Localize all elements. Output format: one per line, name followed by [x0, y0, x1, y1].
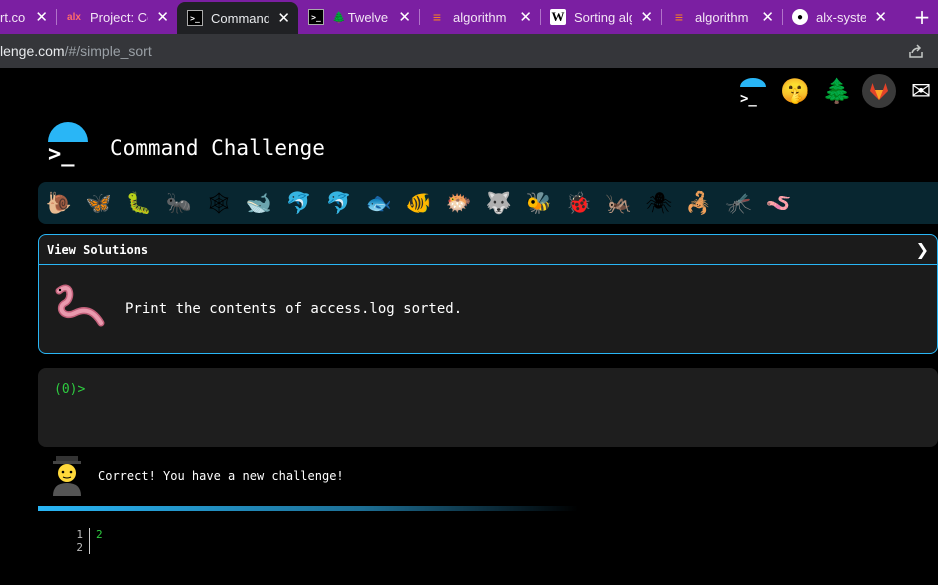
- tab-title: alx-system: [816, 9, 867, 25]
- creature-mosquito[interactable]: 🦟: [724, 188, 754, 218]
- browser-tab-8[interactable]: ● alx-system ✕: [782, 0, 895, 34]
- close-icon[interactable]: ✕: [632, 8, 653, 26]
- close-icon[interactable]: ✕: [511, 8, 532, 26]
- browser-tab-4[interactable]: >_ 🌲 Twelve ✕: [298, 0, 419, 34]
- creature-ant[interactable]: 🐜: [164, 188, 194, 218]
- shell-prompt: (0)>: [54, 382, 86, 397]
- divider: [38, 506, 578, 511]
- browser-tab-active[interactable]: >_ Command ✕: [177, 2, 298, 34]
- alx-icon: alx: [67, 11, 81, 23]
- creature-snail[interactable]: 🐌: [44, 188, 74, 218]
- creature-dolphin-2[interactable]: 🐬: [324, 188, 354, 218]
- tab-title: algorithm: [453, 9, 507, 25]
- browser-tab-6[interactable]: W Sorting alg ✕: [540, 0, 661, 34]
- creature-worm[interactable]: 🪱: [764, 188, 794, 218]
- stackoverflow-icon: ≡: [674, 9, 684, 25]
- tab-title: algorithm: [695, 9, 749, 25]
- creature-scorpion[interactable]: 🦂: [684, 188, 714, 218]
- tree-icon[interactable]: 🌲: [820, 74, 854, 108]
- creature-dolphin[interactable]: 🐬: [284, 188, 314, 218]
- worm-icon: [55, 284, 105, 327]
- app-logo: >_: [46, 122, 90, 167]
- tab-title: Sorting alg: [574, 9, 632, 25]
- url-text[interactable]: lenge.com/#/simple_sort: [0, 43, 152, 59]
- line-number: 1: [70, 528, 90, 541]
- browser-tab-strip: rt.co ✕ alx Project: Co ✕ >_ Command ✕ >…: [0, 0, 938, 34]
- result-banner: Correct! You have a new challenge!: [50, 456, 344, 496]
- tab-title: Command: [211, 10, 269, 26]
- creature-tropical-fish[interactable]: 🐠: [404, 188, 434, 218]
- new-tab-button[interactable]: +: [906, 0, 938, 34]
- creature-whale[interactable]: 🐋: [244, 188, 274, 218]
- tab-title: rt.co: [0, 9, 26, 25]
- close-icon[interactable]: ✕: [866, 8, 887, 26]
- creature-web[interactable]: 🕸: [204, 188, 234, 218]
- logo-prompt-glyph: >_: [48, 142, 75, 167]
- close-icon[interactable]: ✕: [269, 9, 290, 27]
- close-icon[interactable]: ✕: [27, 8, 48, 26]
- tab-title: Twelve: [347, 9, 388, 25]
- creature-caterpillar[interactable]: 🐛: [124, 188, 154, 218]
- tree-icon: 🌲: [332, 11, 346, 24]
- creature-bee[interactable]: 🐝: [524, 188, 554, 218]
- view-solutions-label: View Solutions: [47, 242, 149, 257]
- gitlab-icon[interactable]: [862, 74, 896, 108]
- share-icon[interactable]: [908, 43, 924, 59]
- creature-blowfish[interactable]: 🐡: [444, 188, 474, 218]
- creature-cricket[interactable]: 🦗: [604, 188, 634, 218]
- url-path: /#/simple_sort: [64, 43, 152, 59]
- creature-fish[interactable]: 🐟: [364, 188, 394, 218]
- challenge-description: Print the contents of access.log sorted.: [125, 301, 463, 317]
- address-bar[interactable]: lenge.com/#/simple_sort: [0, 34, 938, 68]
- line-number: 2: [70, 541, 90, 554]
- stackoverflow-icon: ≡: [432, 9, 442, 25]
- browser-tab-1[interactable]: rt.co ✕: [0, 0, 56, 34]
- shushing-face-icon[interactable]: 🤫: [778, 74, 812, 108]
- header-icon-row: >_ 🤫 🌲 ✉: [736, 74, 938, 108]
- creature-wolf[interactable]: 🐺: [484, 188, 514, 218]
- browser-tab-7[interactable]: ≡ algorithm ✕: [661, 0, 782, 34]
- terminal-icon: >_: [308, 9, 324, 25]
- url-host: lenge.com: [0, 43, 65, 59]
- creature-ladybug[interactable]: 🐞: [564, 188, 594, 218]
- close-icon[interactable]: ✕: [753, 8, 774, 26]
- close-icon[interactable]: ✕: [390, 8, 411, 26]
- teacher-icon: [53, 456, 81, 496]
- terminal-logo-icon[interactable]: >_: [736, 74, 770, 108]
- envelope-icon[interactable]: ✉: [904, 74, 938, 108]
- logo-dome: [48, 122, 88, 142]
- challenge-creature-nav: 🐌 🦋 🐛 🐜 🕸 🐋 🐬 🐬 🐟 🐠 🐡 🐺 🐝 🐞 🦗 🕷 🦂 🦟 🪱: [38, 182, 938, 224]
- view-solutions-toggle[interactable]: View Solutions ❯: [39, 235, 937, 265]
- line-text: 2: [96, 528, 103, 541]
- terminal-input[interactable]: (0)>: [38, 368, 938, 447]
- creature-butterfly[interactable]: 🦋: [84, 188, 114, 218]
- tab-title: Project: Co: [90, 9, 148, 25]
- creature-spider[interactable]: 🕷: [644, 188, 674, 218]
- result-message: Correct! You have a new challenge!: [98, 469, 344, 483]
- challenge-body: Print the contents of access.log sorted.: [39, 265, 937, 353]
- wikipedia-icon: W: [550, 9, 566, 25]
- line-text: [90, 541, 96, 554]
- output-line: 1 2: [70, 528, 103, 541]
- page-title: Command Challenge: [110, 136, 325, 160]
- output-line: 2: [70, 541, 103, 554]
- browser-tab-2[interactable]: alx Project: Co ✕: [56, 0, 177, 34]
- challenge-panel: View Solutions ❯ Print the contents of a…: [38, 234, 938, 354]
- github-icon: ●: [792, 9, 808, 25]
- terminal-icon: >_: [187, 10, 203, 26]
- page-content: >_ 🤫 🌲 ✉ >_ Command Challenge 🐌 🦋 🐛 🐜 🕸 …: [0, 68, 938, 585]
- command-output: 1 2 2: [70, 528, 103, 554]
- chevron-right-icon[interactable]: ❯: [916, 240, 929, 259]
- svg-text:>_: >_: [740, 91, 757, 107]
- close-icon[interactable]: ✕: [148, 8, 169, 26]
- browser-tab-5[interactable]: ≡ algorithm ✕: [419, 0, 540, 34]
